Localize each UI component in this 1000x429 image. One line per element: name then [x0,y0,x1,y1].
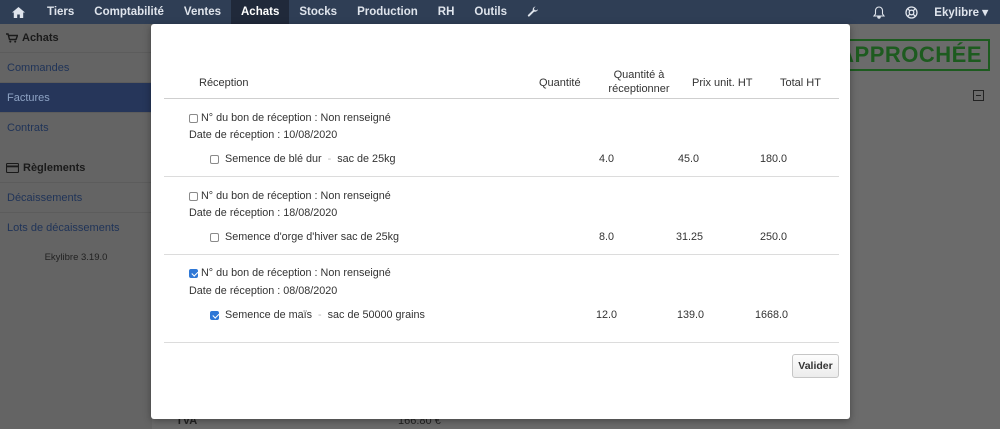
reception-bon-line: N° du bon de réception : Non renseigné [189,112,391,124]
item-separator: - [318,309,322,321]
home-icon [12,6,25,18]
sidebar-section-achats-title: Achats [22,32,59,44]
reception-bon-label: N° du bon de réception : Non renseigné [201,190,391,202]
item-prix-unit: 139.0 [677,309,705,321]
item-quantite: 8.0 [599,231,615,243]
item-prix-unit: 45.0 [678,153,700,165]
nav-production[interactable]: Production [347,0,428,24]
reception-group: N° du bon de réception : Non renseigné D… [164,100,839,177]
reception-date: Date de réception : 08/08/2020 [189,285,338,297]
item-checkbox[interactable] [210,154,219,164]
sidebar-item-factures[interactable]: Factures [0,82,152,112]
app-version: Ekylibre 3.19.0 [44,252,108,263]
reception-bon-label: N° du bon de réception : Non renseigné [201,112,391,124]
item-total: 250.0 [760,231,788,243]
column-header-quantite: Quantité [539,77,581,89]
nav-tiers[interactable]: Tiers [37,0,84,24]
item-total: 180.0 [760,153,788,165]
notifications-button[interactable] [863,0,895,24]
sidebar-item-lots-de-decaissements[interactable]: Lots de décaissements [0,212,152,242]
column-header-total: Total HT [780,77,821,89]
item-name: Semence d'orge d'hiver sac de 25kg [225,231,399,243]
sidebar-item-contrats[interactable]: Contrats [0,112,152,142]
reception-selection-modal: Réception Quantité Quantité à réceptionn… [151,24,850,419]
reception-bon-line: N° du bon de réception : Non renseigné [189,190,391,202]
item-variant: sac de 25kg [337,153,396,165]
reception-bon-label: N° du bon de réception : Non renseigné [201,267,391,279]
lifebuoy-icon [905,5,918,19]
item-separator: - [327,153,332,165]
item-variant: sac de 50000 grains [327,309,425,321]
reception-checkbox[interactable] [189,191,198,201]
user-menu[interactable]: Ekylibre ▾ [928,0,1000,24]
collapse-icon[interactable] [973,90,984,101]
column-header-reception: Réception [199,77,249,89]
reception-item: Semence de maïs - sac de 50000 grains [210,309,425,321]
nav-stocks[interactable]: Stocks [289,0,347,24]
bell-icon [873,5,886,19]
item-name: Semence de blé dur [225,153,322,165]
settings-wrench-button[interactable] [517,0,549,24]
column-header-quantite-a-receptionner: Quantité à réceptionner [608,69,670,95]
valider-button[interactable]: Valider [792,354,839,378]
nav-comptabilite[interactable]: Comptabilité [84,0,174,24]
reception-group: N° du bon de réception : Non renseigné D… [164,178,839,255]
item-quantite: 4.0 [599,153,615,165]
credit-card-icon [6,163,19,173]
nav-achats[interactable]: Achats [231,0,290,24]
reception-date: Date de réception : 18/08/2020 [189,207,338,219]
nav-outils[interactable]: Outils [464,0,517,24]
wrench-icon [527,6,538,17]
item-prix-unit: 31.25 [676,231,704,243]
item-checkbox[interactable] [210,232,219,242]
reception-checkbox[interactable] [189,268,198,278]
cart-icon [6,33,18,43]
reception-item: Semence de blé dur - sac de 25kg [210,153,395,165]
nav-rh[interactable]: RH [428,0,465,24]
help-button[interactable] [895,0,928,24]
top-navbar: Tiers Comptabilité Ventes Achats Stocks … [0,0,1000,24]
table-header: Réception Quantité Quantité à réceptionn… [164,68,839,99]
item-quantite: 12.0 [596,309,618,321]
sidebar-section-reglements-title: Règlements [23,162,86,174]
reception-date: Date de réception : 10/08/2020 [189,129,338,141]
sidebar-section-reglements: Règlements [0,154,152,182]
item-checkbox[interactable] [210,310,219,320]
reception-checkbox[interactable] [189,113,198,123]
sidebar-section-achats: Achats [0,24,152,52]
reception-bon-line: N° du bon de réception : Non renseigné [189,267,391,279]
reception-item: Semence d'orge d'hiver sac de 25kg [210,231,399,243]
sidebar-item-decaissements[interactable]: Décaissements [0,182,152,212]
item-total: 1668.0 [755,309,789,321]
reception-group: N° du bon de réception : Non renseigné D… [164,256,839,343]
home-nav-button[interactable] [0,0,37,24]
nav-ventes[interactable]: Ventes [174,0,231,24]
sidebar-item-commandes[interactable]: Commandes [0,52,152,82]
sidebar: Achats Commandes Factures Contrats Règle… [0,24,152,429]
item-name: Semence de maïs [225,309,313,321]
column-header-prix-unit: Prix unit. HT [692,77,753,89]
